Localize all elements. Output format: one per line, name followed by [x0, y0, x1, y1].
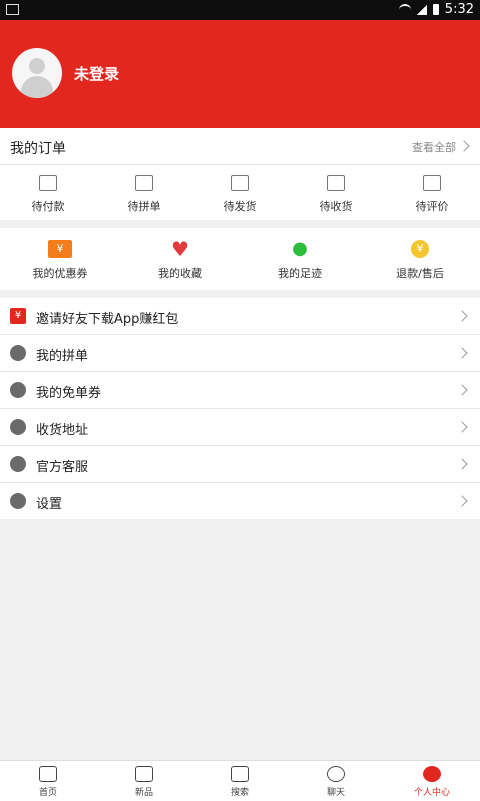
- chevron-right-icon: [456, 495, 468, 507]
- chevron-right-icon: [456, 458, 468, 470]
- location-icon: [10, 419, 26, 435]
- order-pending-shipment[interactable]: 待发货: [192, 165, 288, 220]
- box-icon: [231, 175, 249, 191]
- coupon-icon: ¥: [48, 240, 72, 258]
- quick-links: ¥ 我的优惠券 ♥ 我的收藏 ● 我的足迹 ¥ 退款/售后: [0, 228, 480, 290]
- status-time: 5:32: [444, 2, 474, 17]
- tab-label: 首页: [38, 788, 57, 798]
- menu-label: 官方客服: [36, 460, 89, 475]
- heart-icon: ♥: [171, 237, 189, 261]
- order-pending-receipt[interactable]: 待收货: [288, 165, 384, 220]
- refund-icon: ¥: [411, 240, 429, 258]
- tab-new[interactable]: 新品: [96, 761, 192, 801]
- quick-link-label: 退款/售后: [396, 267, 444, 280]
- menu-customer-service[interactable]: 官方客服: [0, 446, 480, 483]
- edit-icon: [423, 175, 441, 191]
- order-item-label: 待付款: [31, 200, 65, 213]
- tab-search[interactable]: 搜索: [192, 761, 288, 801]
- menu-label: 设置: [36, 497, 63, 512]
- chat-icon: [327, 766, 345, 782]
- order-pending-payment[interactable]: 待付款: [0, 165, 96, 220]
- menu-label: 收货地址: [36, 423, 89, 438]
- red-envelope-icon: ¥: [10, 308, 26, 324]
- group-icon: [135, 175, 153, 191]
- tab-chat[interactable]: 聊天: [288, 761, 384, 801]
- tab-home[interactable]: 首页: [0, 761, 96, 801]
- menu-label: 邀请好友下载App赚红包: [36, 312, 179, 327]
- chevron-right-icon: [456, 384, 468, 396]
- orders-title: 我的订单: [10, 141, 66, 157]
- avatar[interactable]: [12, 48, 62, 98]
- tab-label: 新品: [134, 788, 153, 798]
- footprint-icon: ●: [292, 238, 308, 259]
- truck-icon: [327, 175, 345, 191]
- menu-list: ¥ 邀请好友下载App赚红包 我的拼单 我的免单券 收货地址 官方客服 设置: [0, 298, 480, 519]
- order-item-label: 待评价: [415, 200, 449, 213]
- menu-free-ticket[interactable]: 我的免单券: [0, 372, 480, 409]
- order-item-label: 待收货: [319, 200, 353, 213]
- group-icon: [10, 345, 26, 361]
- tab-label: 搜索: [230, 788, 249, 798]
- quick-link-label: 我的收藏: [158, 267, 202, 280]
- avatar-head-shape: [29, 58, 45, 74]
- menu-label: 我的拼单: [36, 349, 89, 364]
- chevron-right-icon: [456, 421, 468, 433]
- menu-label: 我的免单券: [36, 386, 102, 401]
- orders-header: 我的订单 查看全部: [0, 128, 480, 165]
- image-notification-icon: [6, 4, 19, 15]
- order-pending-review[interactable]: 待评价: [384, 165, 480, 220]
- status-bar: 5:32: [0, 0, 480, 20]
- quick-link-label: 我的足迹: [278, 267, 322, 280]
- profile-header: 未登录: [0, 20, 480, 128]
- home-icon: [39, 766, 57, 782]
- battery-icon: [432, 4, 439, 15]
- headset-icon: [10, 456, 26, 472]
- menu-shipping-address[interactable]: 收货地址: [0, 409, 480, 446]
- tab-label: 聊天: [326, 788, 345, 798]
- menu-my-group-orders[interactable]: 我的拼单: [0, 335, 480, 372]
- signal-icon: [416, 4, 427, 15]
- chevron-right-icon: [456, 310, 468, 322]
- chevron-right-icon: [456, 347, 468, 359]
- settings-icon: [10, 493, 26, 509]
- search-icon: [231, 766, 249, 782]
- tab-profile[interactable]: 个人中心: [384, 761, 480, 801]
- order-status-row: 待付款 待拼单 待发货 待收货 待评价: [0, 165, 480, 220]
- refund-after-sales[interactable]: ¥ 退款/售后: [360, 228, 480, 290]
- order-item-label: 待拼单: [127, 200, 161, 213]
- free-ticket-icon: [10, 382, 26, 398]
- order-pending-group[interactable]: 待拼单: [96, 165, 192, 220]
- chevron-right-icon: [458, 140, 470, 152]
- orders-section: 我的订单 查看全部 待付款 待拼单 待发货 待收货 待评价: [0, 128, 480, 220]
- wallet-icon: [39, 175, 57, 191]
- avatar-body-shape: [21, 76, 53, 98]
- status-icons: 5:32: [398, 2, 474, 17]
- my-favorites[interactable]: ♥ 我的收藏: [120, 228, 240, 290]
- bottom-tab-bar: 首页 新品 搜索 聊天 个人中心: [0, 760, 480, 801]
- quick-link-label: 我的优惠券: [32, 267, 88, 280]
- shopping-bag-icon: [135, 766, 153, 782]
- view-all-orders-link[interactable]: 查看全部: [412, 139, 456, 155]
- tab-label: 个人中心: [413, 788, 450, 798]
- order-item-label: 待发货: [223, 200, 257, 213]
- profile-icon: [423, 766, 441, 782]
- my-footprints[interactable]: ● 我的足迹: [240, 228, 360, 290]
- login-status[interactable]: 未登录: [74, 63, 119, 84]
- wifi-icon: [398, 3, 411, 16]
- my-coupons[interactable]: ¥ 我的优惠券: [0, 228, 120, 290]
- menu-settings[interactable]: 设置: [0, 483, 480, 519]
- menu-invite-friends[interactable]: ¥ 邀请好友下载App赚红包: [0, 298, 480, 335]
